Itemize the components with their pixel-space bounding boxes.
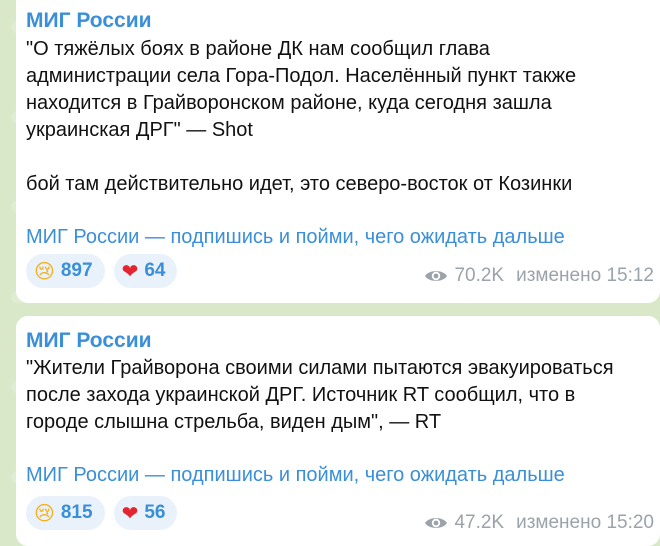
post-text-line: городе слышна стрельба, виден дым", — RT [26,411,442,433]
view-count: 70.2K [454,265,505,286]
post-time: 15:12 [606,265,654,286]
heart-icon: ❤ [121,501,139,525]
eye-icon [425,518,448,528]
post-meta: 70.2K изменено 15:12 [424,265,654,287]
reactions-bar: 😢 815 ❤ 56 [26,496,178,530]
post-text-line: украинская ДРГ" — Shot [26,119,253,141]
crying-face-icon: 😢 [34,501,55,525]
reaction-count: 64 [144,260,166,281]
reaction-crying[interactable]: 😢 897 [26,254,105,288]
channel-name[interactable]: МИГ России [26,329,152,353]
reaction-count: 815 [60,502,93,523]
crying-face-icon: 😢 [34,259,55,283]
reactions-bar: 😢 897 ❤ 64 [26,254,178,288]
post-meta: 47.2K изменено 15:20 [424,512,654,534]
eye-icon [425,271,448,281]
reaction-crying[interactable]: 😢 815 [26,496,105,530]
channel-post: МИГ России "О тяжёлых боях в районе ДК н… [16,0,660,303]
heart-icon: ❤ [121,259,139,283]
channel-post: МИГ России "Жители Грайворона своими сил… [16,316,660,546]
reaction-count: 897 [60,260,93,281]
reaction-heart[interactable]: ❤ 56 [113,496,178,530]
post-text-line: "Жители Грайворона своими силами пытаютс… [26,357,614,379]
edited-label: изменено [516,512,602,533]
channel-feed: МИГ России "О тяжёлых боях в районе ДК н… [0,0,660,546]
post-text-line: бой там действительно идет, это северо-в… [26,173,573,195]
post-text-line: находится в Грайворонском районе, куда с… [26,92,552,114]
post-text: "Жители Грайворона своими силами пытаютс… [26,355,651,436]
post-text-line: после захода украинской ДРГ. Источник RT… [26,384,576,406]
post-text-line: администрации села Гора-Подол. Населённы… [26,65,577,87]
channel-name[interactable]: МИГ России [26,9,152,33]
post-time: 15:20 [606,512,654,533]
subscribe-link[interactable]: МИГ России — подпишись и пойми, чего ожи… [26,463,565,487]
post-text-line [26,144,651,171]
edited-label: изменено [516,265,602,286]
post-text: "О тяжёлых боях в районе ДК нам сообщил … [26,36,651,198]
reaction-count: 56 [144,502,166,523]
subscribe-link[interactable]: МИГ России — подпишись и пойми, чего ожи… [26,225,565,249]
post-text-line: "О тяжёлых боях в районе ДК нам сообщил … [26,38,490,60]
reaction-heart[interactable]: ❤ 64 [113,254,178,288]
view-count: 47.2K [454,512,505,533]
